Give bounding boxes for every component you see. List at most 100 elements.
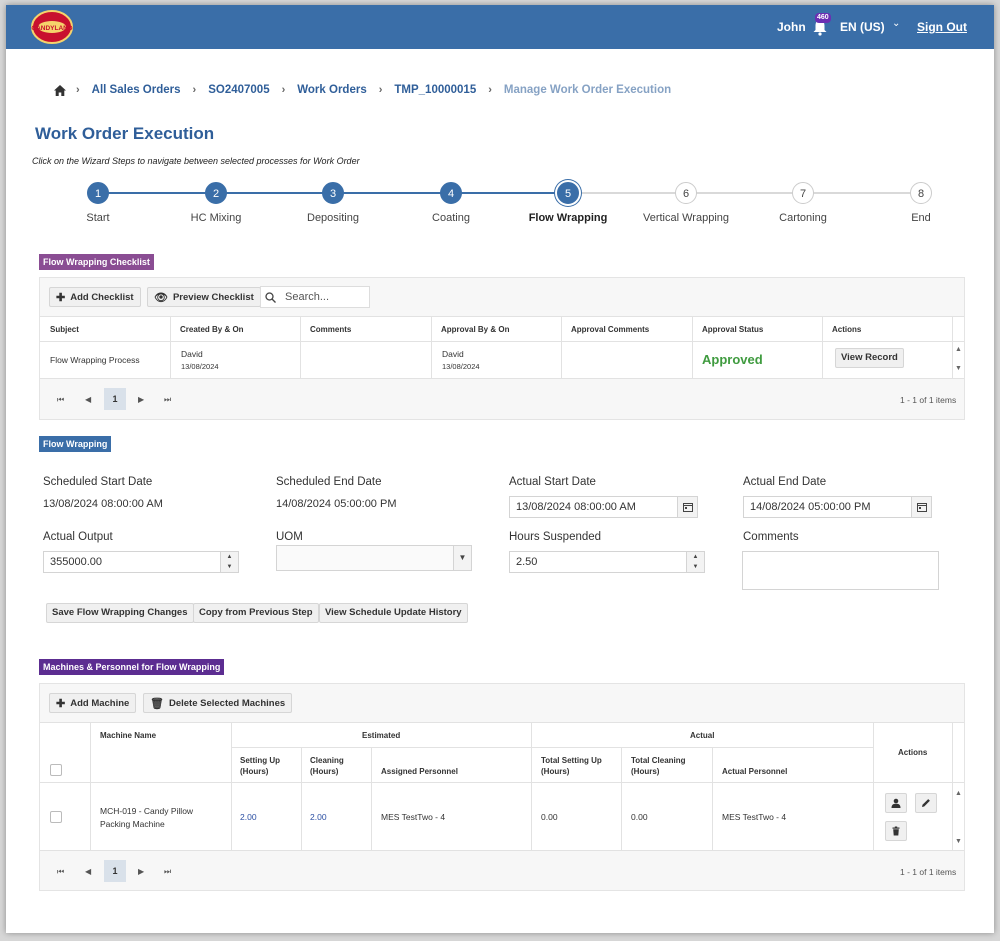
wizard-step-cartoning[interactable]: 7 Cartoning	[763, 178, 843, 224]
col-total-setting-up[interactable]: Total Setting Up (Hours)	[541, 755, 616, 777]
view-record-button[interactable]: View Record	[835, 348, 904, 368]
group-actual: Actual	[690, 731, 715, 740]
prev-page-icon[interactable]: ◀	[85, 867, 91, 876]
select-all-checkbox[interactable]	[50, 764, 62, 776]
uom-select[interactable]: ▼	[276, 545, 472, 571]
col-actual-personnel[interactable]: Actual Personnel	[722, 767, 787, 776]
machines-table: Machine Name Estimated Actual Actions Se…	[40, 722, 964, 851]
row-checkbox[interactable]	[50, 811, 62, 823]
numeric-stepper[interactable]: ▲ ▼	[220, 552, 238, 572]
last-page-icon[interactable]: ⏭	[164, 395, 171, 405]
col-setting-up[interactable]: Setting Up (Hours)	[240, 755, 295, 777]
wizard-step-flow-wrapping[interactable]: 5 Flow Wrapping	[528, 178, 608, 224]
add-checklist-button[interactable]: ✚ Add Checklist	[49, 287, 141, 307]
candyland-logo[interactable]: CANDYLAND	[30, 9, 74, 45]
scheduled-end-label: Scheduled End Date	[276, 476, 382, 488]
preview-checklist-label: Preview Checklist	[172, 291, 254, 303]
page-number[interactable]: 1	[104, 860, 126, 882]
chevron-right-icon: ›	[378, 84, 383, 96]
col-comments[interactable]: Comments	[310, 325, 351, 334]
step-label: HC Mixing	[190, 212, 242, 224]
next-page-icon[interactable]: ▶	[138, 395, 144, 404]
breadcrumb-sales-order[interactable]: SO2407005	[208, 84, 269, 96]
scroll-up-icon[interactable]: ▲	[955, 790, 962, 797]
actual-output-input[interactable]: 355000.00 ▲ ▼	[43, 551, 239, 573]
wizard-step-coating[interactable]: 4 Coating	[411, 178, 491, 224]
wizard-step-end[interactable]: 8 End	[881, 178, 961, 224]
edit-button[interactable]	[915, 793, 937, 813]
first-page-icon[interactable]: ⏮	[57, 395, 64, 405]
cell-total-cleaning: 0.00	[631, 812, 648, 822]
actual-end-date-input[interactable]: 14/08/2024 05:00:00 PM	[743, 496, 932, 518]
delete-machines-button[interactable]: 🗑 Delete Selected Machines	[143, 693, 293, 713]
dropdown-arrow-icon[interactable]: ▼	[453, 546, 471, 570]
actual-end-label: Actual End Date	[743, 476, 827, 488]
page-title: Work Order Execution	[35, 124, 215, 143]
col-machine-name[interactable]: Machine Name	[100, 731, 156, 740]
breadcrumb-all-sales-orders[interactable]: All Sales Orders	[92, 84, 181, 96]
plus-icon: ✚	[56, 697, 66, 710]
app-window: CANDYLAND John 460 EN (US) ⌄ Sign Out › …	[6, 5, 994, 933]
status-badge: Approved	[702, 352, 763, 367]
copy-previous-step-button[interactable]: Copy from Previous Step	[193, 603, 319, 623]
add-machine-button[interactable]: ✚ Add Machine	[49, 693, 137, 713]
wizard-step-vertical-wrapping[interactable]: 6 Vertical Wrapping	[643, 178, 729, 224]
user-name[interactable]: John	[777, 20, 806, 34]
col-assigned-personnel[interactable]: Assigned Personnel	[381, 767, 458, 776]
hours-suspended-input[interactable]: 2.50 ▲ ▼	[509, 551, 705, 573]
view-schedule-history-button[interactable]: View Schedule Update History	[319, 603, 468, 623]
col-total-cleaning[interactable]: Total Cleaning (Hours)	[631, 755, 706, 777]
cell-setting-up[interactable]: 2.00	[240, 812, 257, 822]
scroll-down-icon[interactable]: ▼	[955, 838, 962, 845]
col-actions: Actions	[898, 748, 928, 757]
top-bar: CANDYLAND John 460 EN (US) ⌄ Sign Out	[6, 5, 994, 49]
actual-start-date-input[interactable]: 13/08/2024 08:00:00 AM	[509, 496, 698, 518]
flow-wrapping-section-tag: Flow Wrapping	[39, 436, 112, 452]
calendar-icon[interactable]	[911, 497, 931, 517]
wizard-remaining-line	[568, 192, 921, 194]
chevron-right-icon: ›	[192, 84, 197, 96]
page-number[interactable]: 1	[104, 388, 126, 410]
col-approval-comments[interactable]: Approval Comments	[571, 325, 649, 334]
home-icon[interactable]	[54, 84, 66, 96]
header-divider	[40, 341, 964, 342]
scroll-down-icon[interactable]: ▼	[955, 365, 962, 372]
col-divider	[561, 317, 562, 379]
step-label: Flow Wrapping	[528, 212, 608, 224]
cell-cleaning[interactable]: 2.00	[310, 812, 327, 822]
comments-label: Comments	[743, 531, 799, 543]
numeric-stepper[interactable]: ▲ ▼	[686, 552, 704, 572]
last-page-icon[interactable]: ⏭	[164, 867, 171, 877]
col-approval-by[interactable]: Approval By & On	[441, 325, 509, 334]
language-selector[interactable]: EN (US)	[840, 20, 885, 34]
chevron-right-icon: ›	[488, 84, 492, 96]
wizard-step-start[interactable]: 1 Start	[58, 178, 138, 224]
machines-section-tag: Machines & Personnel for Flow Wrapping	[39, 659, 225, 675]
col-divider	[531, 723, 532, 851]
col-cleaning[interactable]: Cleaning (Hours)	[310, 755, 365, 777]
checklist-search[interactable]: Search...	[260, 286, 370, 308]
breadcrumb-work-orders[interactable]: Work Orders	[297, 84, 366, 96]
step-number: 3	[322, 182, 344, 204]
header-divider	[40, 782, 964, 783]
step-label: Cartoning	[779, 212, 827, 224]
chevron-down-icon[interactable]: ⌄	[892, 18, 900, 29]
preview-checklist-button[interactable]: 👁 Preview Checklist	[147, 287, 261, 307]
sign-out-link[interactable]: Sign Out	[917, 20, 967, 34]
col-created-by[interactable]: Created By & On	[180, 325, 244, 334]
breadcrumb-work-order[interactable]: TMP_10000015	[394, 84, 476, 96]
wizard-step-depositing[interactable]: 3 Depositing	[293, 178, 373, 224]
prev-page-icon[interactable]: ◀	[85, 395, 91, 404]
scroll-up-icon[interactable]: ▲	[955, 346, 962, 353]
comments-textarea[interactable]	[742, 551, 939, 590]
col-subject[interactable]: Subject	[50, 325, 79, 334]
delete-row-button[interactable]	[885, 821, 907, 841]
assign-personnel-button[interactable]	[885, 793, 907, 813]
wizard-step-hc-mixing[interactable]: 2 HC Mixing	[176, 178, 256, 224]
next-page-icon[interactable]: ▶	[138, 867, 144, 876]
calendar-icon[interactable]	[677, 497, 697, 517]
save-flow-wrapping-button[interactable]: Save Flow Wrapping Changes	[46, 603, 194, 623]
first-page-icon[interactable]: ⏮	[57, 867, 64, 877]
cell-created-on: 13/08/2024	[181, 362, 219, 371]
col-approval-status[interactable]: Approval Status	[702, 325, 763, 334]
